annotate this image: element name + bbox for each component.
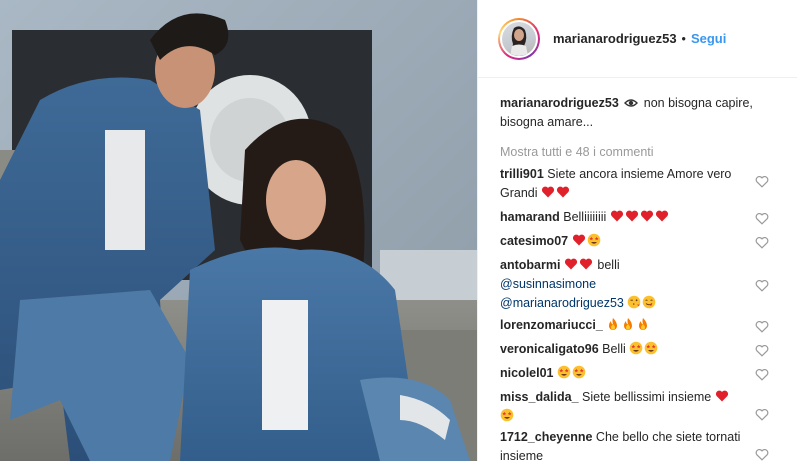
- eye-icon: [624, 99, 639, 107]
- comment-username[interactable]: veronicaligato96: [500, 342, 599, 356]
- fire-emoji-icon: [609, 318, 618, 330]
- star-eyes-emoji-icon: [629, 341, 643, 355]
- heart-outline-icon[interactable]: [755, 320, 769, 333]
- heart-emoji-icon: [655, 210, 668, 222]
- follow-button[interactable]: Segui: [691, 31, 726, 46]
- fire-emoji-icon: [624, 318, 633, 330]
- heart-emoji-icon: [625, 210, 638, 222]
- heart-emoji-icon: [715, 390, 728, 402]
- comment-text: belli: [597, 258, 620, 272]
- comment-text: Belliiiiiiii: [563, 210, 607, 224]
- yum-emoji-icon: [643, 295, 656, 309]
- comment-item: veronicaligato96 Belli: [500, 340, 797, 364]
- comment-username[interactable]: 1712_cheyenne: [500, 430, 592, 444]
- caption-username[interactable]: marianarodriguez53: [500, 96, 619, 110]
- heart-outline-icon[interactable]: [755, 368, 769, 381]
- comment-username[interactable]: nicolel01: [500, 366, 554, 380]
- star-eyes-emoji-icon: [557, 365, 571, 379]
- comment-username[interactable]: antobarmi: [500, 258, 560, 272]
- comment-item: lorenzomariucci_: [500, 316, 797, 340]
- instagram-post-view: marianarodriguez53 • Segui marianarodrig…: [0, 0, 797, 461]
- star-eyes-emoji-icon: [572, 365, 586, 379]
- star-eyes-emoji-icon: [644, 341, 658, 355]
- couple-photo-image: [0, 0, 477, 461]
- heart-emoji-icon: [572, 234, 585, 246]
- comment-mention-link[interactable]: @susinnasimone: [500, 277, 596, 291]
- comment-username[interactable]: miss_dalida_: [500, 390, 579, 404]
- heart-emoji-icon: [541, 186, 555, 198]
- heart-outline-icon[interactable]: [755, 175, 769, 188]
- comment-text: Belli: [602, 342, 626, 356]
- comment-list: trilli901 Siete ancora insieme Amore ver…: [478, 165, 797, 461]
- heart-emoji-icon: [564, 258, 577, 270]
- comment-item: hamarand Belliiiiiiii: [500, 208, 797, 232]
- comment-item: antobarmi belli @susinnasimone @marianaro…: [500, 256, 797, 316]
- post-caption: marianarodriguez53 non bisogna capire, b…: [478, 78, 797, 132]
- comment-item: nicolel01: [500, 364, 797, 388]
- comment-item: trilli901 Siete ancora insieme Amore ver…: [500, 165, 797, 208]
- heart-outline-icon[interactable]: [755, 408, 769, 421]
- comment-username[interactable]: catesimo07: [500, 234, 568, 248]
- comment-username[interactable]: trilli901: [500, 167, 544, 181]
- post-side-panel: marianarodriguez53 • Segui marianarodrig…: [477, 0, 797, 461]
- comment-username[interactable]: hamarand: [500, 210, 560, 224]
- comment-username[interactable]: lorenzomariucci_: [500, 318, 603, 332]
- heart-outline-icon[interactable]: [755, 212, 769, 225]
- heart-emoji-icon: [640, 210, 653, 222]
- star-eyes-emoji-icon: [587, 233, 600, 247]
- heart-emoji-icon: [579, 258, 592, 270]
- separator-dot: •: [681, 31, 686, 46]
- heart-outline-icon[interactable]: [755, 344, 769, 357]
- comment-text: Siete bellissimi insieme: [582, 390, 712, 404]
- show-all-comments-link[interactable]: Mostra tutti e 48 i commenti: [478, 132, 797, 165]
- avatar[interactable]: [498, 17, 540, 60]
- comment-mention-link[interactable]: @marianarodriguez53: [500, 296, 624, 310]
- comment-item: catesimo07: [500, 232, 797, 256]
- heart-outline-icon[interactable]: [755, 448, 769, 461]
- heart-outline-icon[interactable]: [755, 236, 769, 249]
- comment-item: miss_dalida_ Siete bellissimi insieme: [500, 388, 797, 428]
- post-photo[interactable]: [0, 0, 477, 461]
- comment-item: 1712_cheyenne Che bello che siete tornat…: [500, 428, 797, 461]
- post-header: marianarodriguez53 • Segui: [478, 0, 797, 78]
- star-eyes-emoji-icon: [500, 408, 514, 422]
- wink-kiss-emoji-icon: [628, 295, 641, 309]
- heart-emoji-icon: [610, 210, 623, 222]
- avatar-image: [502, 21, 536, 56]
- post-author-username[interactable]: marianarodriguez53: [553, 31, 677, 46]
- heart-outline-icon[interactable]: [755, 279, 769, 292]
- heart-emoji-icon: [556, 186, 570, 198]
- fire-emoji-icon: [639, 318, 648, 330]
